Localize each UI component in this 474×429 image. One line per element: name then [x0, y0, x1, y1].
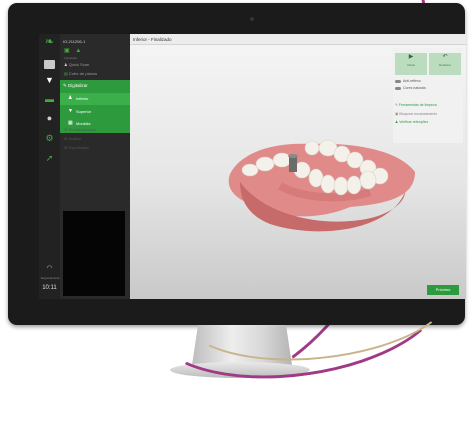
- processing-label: Processamento: [68, 127, 97, 132]
- scan-icon[interactable]: [44, 60, 55, 69]
- wifi-icon: ◠: [46, 265, 53, 272]
- scan-button[interactable]: ▶ Iniciar: [395, 53, 427, 75]
- bite-icon: ▦: [68, 120, 73, 126]
- undo-button[interactable]: ↶ Desfazer: [429, 53, 461, 75]
- upper-jaw-icon: ▼: [68, 108, 73, 114]
- mordida-label: Mordida: [76, 121, 91, 126]
- superior-label: Superior: [76, 109, 92, 114]
- green-card-icon[interactable]: ▬: [44, 95, 55, 104]
- implant-top: [288, 154, 298, 158]
- icon-bar: ❧ ▼ ▬ ● ⚙ ➚ ◠ Segunda-feira 10:11: [39, 34, 60, 299]
- page-title: Inferior - Finalizado: [133, 37, 172, 42]
- toggle-switch-icon: [395, 86, 401, 90]
- tools-panel: ▶ Iniciar ↶ Desfazer Anti-reflexo Cores na…: [393, 48, 463, 143]
- quick-scan-item[interactable]: ♟ Quick Scan: [64, 62, 89, 67]
- camera-preview: [63, 211, 125, 296]
- sidebar-item-export[interactable]: ⊕ Exportação: [64, 145, 89, 150]
- implant-abutment: [289, 156, 297, 172]
- tooth: [359, 170, 377, 190]
- title-bar: Inferior - Finalizado: [130, 34, 466, 45]
- tooth: [272, 152, 292, 168]
- case-id: IO-211206-1: [63, 39, 86, 44]
- case-icons[interactable]: ▣ ▲: [64, 47, 83, 54]
- tooth: [320, 174, 336, 194]
- sidebar-item-superior[interactable]: ▼ Superior: [60, 106, 130, 118]
- arrow-icon[interactable]: ➚: [44, 154, 55, 163]
- toggle-anti-reflex[interactable]: Anti-reflexo: [395, 79, 421, 83]
- tooth: [333, 176, 349, 196]
- sidebar-item-color[interactable]: ▤ Cofre de planos: [64, 71, 97, 76]
- tooth: [304, 140, 320, 156]
- gear-icon[interactable]: ⚙: [44, 134, 55, 143]
- date-label: Segunda-feira: [40, 276, 60, 280]
- chat-icon[interactable]: ●: [44, 114, 55, 123]
- scan-button-label: Iniciar: [406, 63, 415, 67]
- sidebar: IO-211206-1 ▣ ▲ Aquisição ♟ Quick Scan ▤…: [60, 34, 130, 299]
- dental-scan-model[interactable]: [210, 112, 420, 252]
- digitize-section: ✎ Digitalizar ♟ Inferior ▼ Superior ▦ Mordi…: [60, 80, 130, 133]
- link1-label: Ferramentas de limpeza: [398, 103, 437, 107]
- sidebar-item-inferior[interactable]: ♟ Inferior: [60, 93, 130, 105]
- undo-button-label: Desfazer: [438, 63, 451, 67]
- inferior-label: Inferior: [76, 96, 89, 101]
- digitize-label: Digitalizar: [68, 83, 88, 88]
- tooth: [346, 175, 362, 195]
- link2-label: Bloquear escaneamento: [399, 112, 438, 116]
- link3-label: Verificar retenções: [399, 120, 429, 124]
- sidebar-item-processing[interactable]: ⊕ Processamento: [64, 127, 96, 132]
- camera-dot: [250, 17, 254, 21]
- leaf-logo-icon[interactable]: ❧: [44, 37, 55, 48]
- tooth: [255, 156, 275, 172]
- sidebar-item-analysis[interactable]: ⊕ Análise: [64, 136, 81, 141]
- section-label: Aquisição: [64, 56, 78, 60]
- digitize-header[interactable]: ✎ Digitalizar: [63, 83, 88, 89]
- tooth: [241, 163, 259, 177]
- lower-jaw-icon: ♟: [68, 95, 73, 101]
- color-label: Cofre de planos: [68, 71, 98, 76]
- analysis-label: Análise: [68, 136, 82, 141]
- toggle-switch-icon: [395, 79, 401, 83]
- export-label: Exportação: [68, 145, 89, 150]
- clock-time: 10:11: [42, 285, 57, 291]
- cleanup-tools-link[interactable]: ✎ Ferramentas de limpeza: [395, 103, 437, 107]
- toggle1-label: Anti-reflexo: [403, 79, 421, 83]
- toggle2-label: Cores naturais: [403, 86, 426, 90]
- toggle-natural-colors[interactable]: Cores naturais: [395, 86, 426, 90]
- quick-scan-label: Quick Scan: [68, 62, 90, 67]
- check-undercuts-link[interactable]: ♟ Verificar retenções: [395, 120, 428, 124]
- tooth-icon[interactable]: ▼: [44, 76, 55, 85]
- lock-scan-link[interactable]: ▣ Bloquear escaneamento: [395, 112, 437, 116]
